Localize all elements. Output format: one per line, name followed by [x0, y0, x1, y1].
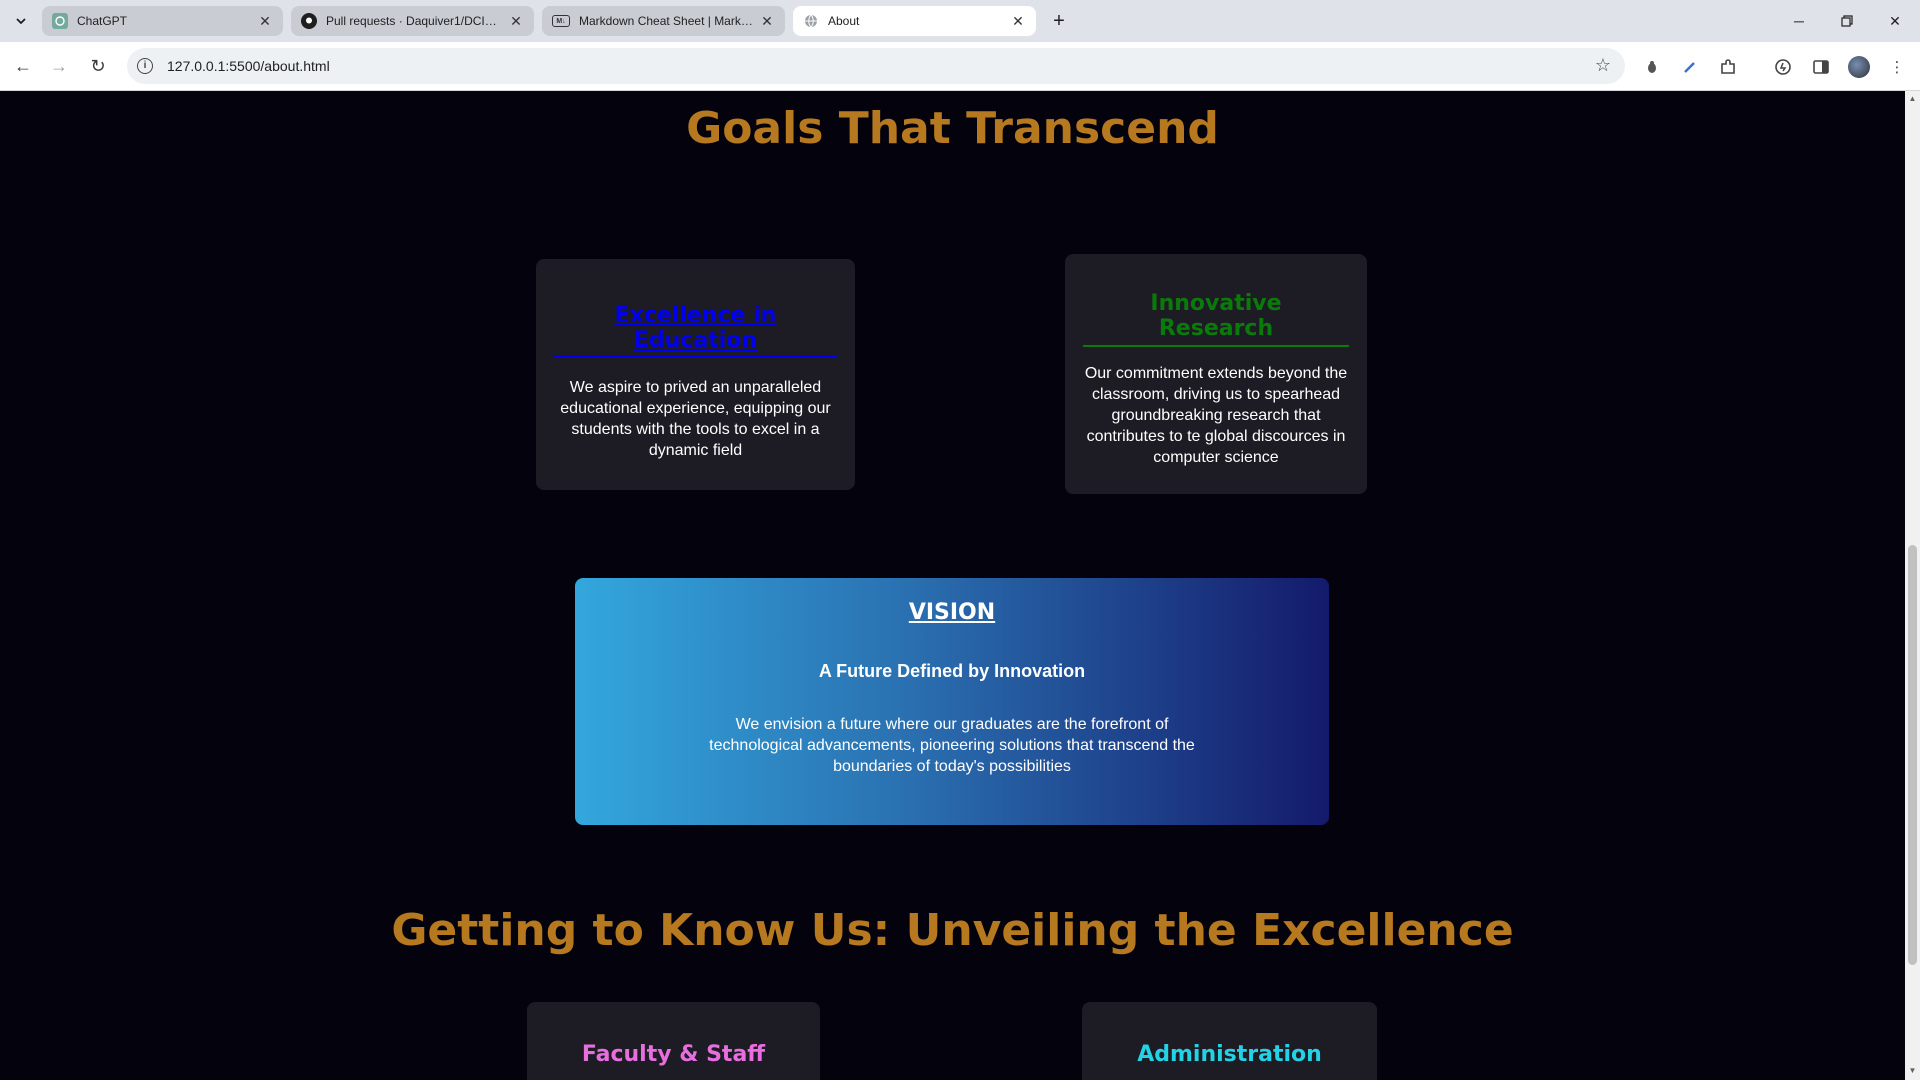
know-card-title: Faculty & Staff — [581, 1042, 766, 1067]
chevron-down-icon — [16, 18, 26, 25]
extension-bug-icon[interactable] — [1641, 56, 1663, 78]
tab-markdown-cheat-sheet[interactable]: M↓ Markdown Cheat Sheet | Markdown ✕ — [542, 6, 785, 36]
page-content: Goals That Transcend Excellence in Educa… — [0, 91, 1905, 1080]
know-card-title: Administration — [1137, 1042, 1322, 1067]
chatgpt-icon — [52, 13, 68, 29]
restore-button[interactable] — [1824, 6, 1870, 36]
back-button[interactable]: ← — [9, 52, 37, 80]
goals-heading: Goals That Transcend — [686, 103, 1219, 154]
close-window-button[interactable]: ✕ — [1872, 6, 1918, 36]
scroll-down-arrow-icon[interactable]: ▼ — [1908, 1066, 1917, 1075]
arrow-left-icon: ← — [14, 55, 32, 76]
goal-card-research: Innovative Research Our commitment exten… — [1065, 254, 1367, 494]
close-icon[interactable]: ✕ — [257, 13, 273, 30]
tab-title: Markdown Cheat Sheet | Markdown — [579, 14, 753, 28]
address-bar[interactable]: i 127.0.0.1:5500/about.html ☆ — [127, 48, 1625, 84]
profile-avatar[interactable] — [1848, 56, 1870, 78]
tab-github-pull-requests[interactable]: Pull requests · Daquiver1/DCIT_20 ✕ — [291, 6, 534, 36]
tab-title: Pull requests · Daquiver1/DCIT_20 — [326, 14, 502, 28]
vision-section: VISION A Future Defined by Innovation We… — [575, 578, 1329, 825]
vision-text: We envision a future where our graduates… — [709, 716, 1195, 775]
forward-button[interactable]: → — [45, 52, 73, 80]
restore-icon — [1841, 15, 1853, 27]
goal-card-education: Excellence in Education We aspire to pri… — [536, 259, 855, 490]
page-scrollbar[interactable]: ▲ ▼ — [1905, 91, 1920, 1080]
close-icon[interactable]: ✕ — [759, 13, 775, 30]
close-icon[interactable]: ✕ — [508, 13, 524, 30]
star-icon[interactable]: ☆ — [1595, 55, 1611, 76]
plus-icon: + — [1053, 9, 1065, 32]
site-info-icon[interactable]: i — [137, 58, 153, 74]
reload-button[interactable]: ↻ — [84, 52, 112, 80]
close-icon: ✕ — [1889, 12, 1901, 29]
goal-card-title[interactable]: Excellence in Education — [554, 303, 837, 357]
vision-subtitle: A Future Defined by Innovation — [818, 661, 1086, 681]
url-text[interactable]: 127.0.0.1:5500/about.html — [167, 58, 330, 74]
extension-pen-icon[interactable] — [1679, 56, 1701, 78]
goal-card-text: Our commitment extends beyond the classr… — [1084, 365, 1348, 466]
know-us-heading: Getting to Know Us: Unveiling the Excell… — [391, 905, 1514, 956]
github-icon — [301, 13, 317, 29]
scroll-up-arrow-icon[interactable]: ▲ — [1908, 94, 1917, 103]
goal-card-title: Innovative Research — [1083, 291, 1349, 347]
globe-icon — [803, 13, 819, 29]
tab-chatgpt[interactable]: ChatGPT ✕ — [42, 6, 283, 36]
new-tab-button[interactable]: + — [1046, 8, 1072, 34]
minimize-icon: ─ — [1794, 13, 1804, 29]
tab-title: About — [828, 14, 860, 28]
tab-about[interactable]: About ✕ — [793, 6, 1036, 36]
browser-toolbar: ← → ↻ i 127.0.0.1:5500/about.html ☆ ⋮ — [0, 42, 1920, 91]
know-card-faculty: Faculty & Staff — [527, 1002, 820, 1080]
tab-search-button[interactable] — [10, 10, 32, 32]
scrollbar-thumb[interactable] — [1908, 545, 1917, 965]
know-card-administration: Administration — [1082, 1002, 1377, 1080]
arrow-right-icon: → — [50, 55, 68, 76]
goal-card-text: We aspire to prived an unparalleled educ… — [560, 379, 831, 459]
extensions-puzzle-icon[interactable] — [1717, 56, 1739, 78]
reload-icon: ↻ — [90, 55, 106, 76]
menu-kebab-icon[interactable]: ⋮ — [1886, 56, 1908, 78]
performance-icon[interactable] — [1772, 56, 1794, 78]
minimize-button[interactable]: ─ — [1776, 6, 1822, 36]
tab-strip: ChatGPT ✕ Pull requests · Daquiver1/DCIT… — [0, 0, 1920, 42]
vision-label: VISION — [908, 600, 996, 625]
markdown-icon: M↓ — [552, 15, 570, 27]
side-panel-icon[interactable] — [1810, 56, 1832, 78]
tab-title: ChatGPT — [77, 14, 128, 28]
close-icon[interactable]: ✕ — [1010, 13, 1026, 30]
